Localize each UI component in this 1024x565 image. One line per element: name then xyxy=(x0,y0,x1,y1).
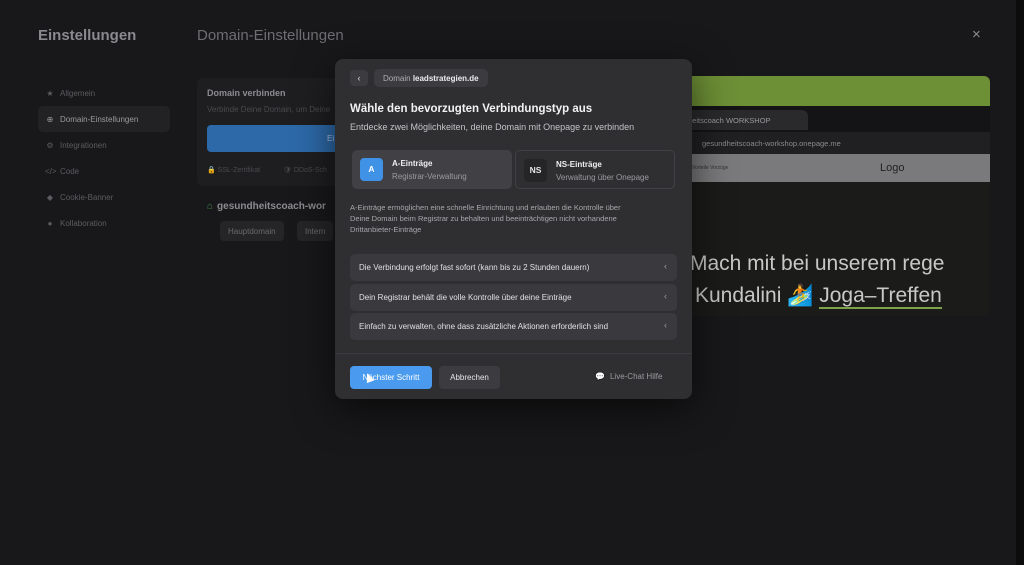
cancel-button[interactable]: Abbrechen xyxy=(439,366,500,389)
settings-title: Einstellungen xyxy=(38,27,137,44)
option-subtitle: Registrar-Verwaltung xyxy=(392,172,467,181)
connection-type-modal: ‹ Domain leadstrategien.de Wähle den bev… xyxy=(335,59,692,399)
sidebar-item-label: Allgemein xyxy=(60,88,96,98)
sidebar: ★ Allgemein ⊕ Domain-Einstellungen ⚙ Integr… xyxy=(38,80,170,236)
card-title: Domain verbinden xyxy=(207,88,286,98)
next-step-button[interactable]: Nächster Schritt xyxy=(350,366,432,389)
preview-heading-line1: Mach mit bei unserem rege xyxy=(690,252,945,275)
shield-icon: 🛡 xyxy=(283,167,294,174)
card-text: Verbinde Deine Domain, um Deine xyxy=(207,105,331,114)
domain-row[interactable]: ⌂ gesundheitscoach-wor xyxy=(207,201,326,212)
lock-icon: 🔒 xyxy=(207,167,218,174)
accordion-label: Dein Registrar behält die volle Kontroll… xyxy=(359,293,572,302)
preview-nav-links: Vorteile Vorzüge xyxy=(692,165,729,171)
option-a-records[interactable]: A A-Einträge Registrar-Verwaltung xyxy=(352,150,512,189)
description-line: Drittanbieter-Einträge xyxy=(350,225,422,234)
preview-heading-highlight: Joga–Treffen xyxy=(819,284,942,309)
sidebar-item-label: Kollaboration xyxy=(60,218,107,228)
connect-domain-card: Domain verbinden Verbinde Deine Domain, … xyxy=(197,78,357,186)
close-icon[interactable]: × xyxy=(972,26,981,43)
sidebar-item-domain-settings[interactable]: ⊕ Domain-Einstellungen xyxy=(38,106,170,132)
sidebar-item-label: Cookie-Banner xyxy=(60,192,114,202)
chevron-left-icon: ‹ xyxy=(664,261,667,271)
home-icon: ⌂ xyxy=(207,201,214,212)
ddos-feature: 🛡 DDoS-Sch xyxy=(283,166,327,174)
preview-heading-text: Kundalini 🏄 xyxy=(695,284,820,307)
modal-heading: Wähle den bevorzugten Verbindungstyp aus xyxy=(350,103,593,115)
description-line: A-Einträge ermöglichen eine schnelle Ein… xyxy=(350,203,621,212)
live-chat-help-link[interactable]: 💬 Live-Chat Hilfe xyxy=(595,372,662,381)
accordion-label: Einfach zu verwalten, ohne dass zusätzli… xyxy=(359,322,609,331)
chevron-left-icon: ‹ xyxy=(664,320,667,330)
domain-name: gesundheitscoach-wor xyxy=(217,201,326,212)
sidebar-item-collaboration[interactable]: ● Kollaboration xyxy=(38,210,170,236)
preview-heading-line2: Kundalini 🏄 Joga–Treffen xyxy=(695,284,942,309)
preview-url: gesundheitscoach-workshop.onepage.me xyxy=(702,139,841,148)
breadcrumb-domain: leadstrategien.de xyxy=(412,74,479,83)
globe-icon: ⊕ xyxy=(46,114,54,124)
intern-chip: Intern xyxy=(297,221,334,241)
accordion-item[interactable]: Einfach zu verwalten, ohne dass zusätzli… xyxy=(350,313,677,340)
main-domain-chip: Hauptdomain xyxy=(220,221,284,241)
ssl-label: SSL-Zertifikat xyxy=(217,167,261,174)
integrations-icon: ⚙ xyxy=(46,140,54,150)
option-title: NS-Einträge xyxy=(556,160,602,169)
code-icon: </> xyxy=(45,166,57,176)
preview-tab: heitscoach WORKSHOP xyxy=(680,110,808,130)
sidebar-item-code[interactable]: </> Code xyxy=(38,158,170,184)
a-record-badge: A xyxy=(360,158,383,181)
ddos-label: DDoS-Sch xyxy=(293,167,327,174)
ns-record-badge: NS xyxy=(524,159,547,182)
accordion-item[interactable]: Die Verbindung erfolgt fast sofort (kann… xyxy=(350,254,677,281)
sidebar-item-label: Code xyxy=(60,166,80,176)
description-line: Deine Domain beim Registrar zu behalten … xyxy=(350,214,617,223)
accordion-label: Die Verbindung erfolgt fast sofort (kann… xyxy=(359,263,590,272)
sidebar-item-cookie-banner[interactable]: ◆ Cookie-Banner xyxy=(38,184,170,210)
sidebar-item-integrations[interactable]: ⚙ Integrationen xyxy=(38,132,170,158)
shield-icon: ◆ xyxy=(46,192,54,202)
chevron-left-icon: ‹ xyxy=(664,291,667,301)
accordion-item[interactable]: Dein Registrar behält die volle Kontroll… xyxy=(350,284,677,311)
breadcrumb-prefix: Domain xyxy=(383,74,411,83)
sidebar-item-allgemein[interactable]: ★ Allgemein xyxy=(38,80,170,106)
chat-icon: 💬 xyxy=(595,372,605,381)
option-description: A-Einträge ermöglichen eine schnelle Ein… xyxy=(350,202,680,235)
ssl-feature: 🔒 SSL-Zertifikat xyxy=(207,166,260,174)
section-title: Domain-Einstellungen xyxy=(197,27,344,44)
chat-label: Live-Chat Hilfe xyxy=(609,372,663,381)
option-ns-records[interactable]: NS NS-Einträge Verwaltung über Onepage xyxy=(515,150,675,189)
domain-breadcrumb: Domain leadstrategien.de xyxy=(374,69,488,87)
option-subtitle: Verwaltung über Onepage xyxy=(556,173,649,182)
preview-logo: Logo xyxy=(880,162,905,174)
sidebar-item-label: Domain-Einstellungen xyxy=(60,114,139,124)
footer-divider xyxy=(335,353,692,354)
modal-subheading: Entdecke zwei Möglichkeiten, deine Domai… xyxy=(350,122,635,132)
option-title: A-Einträge xyxy=(392,159,433,168)
sidebar-item-label: Integrationen xyxy=(60,140,107,150)
back-icon[interactable]: ‹ xyxy=(350,70,368,86)
star-icon: ★ xyxy=(46,88,54,98)
user-icon: ● xyxy=(47,218,53,228)
